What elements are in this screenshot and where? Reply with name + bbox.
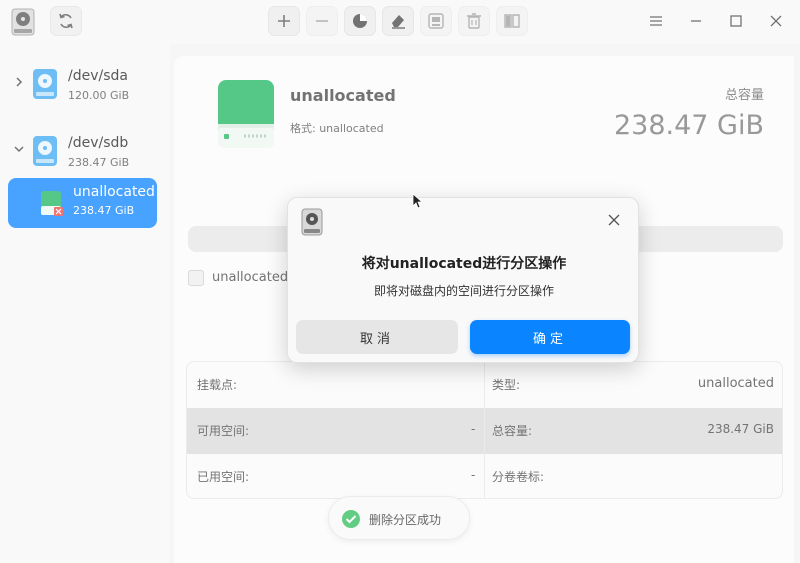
cancel-button[interactable]: 取消 [296,320,458,354]
confirm-button[interactable]: 确定 [470,320,630,354]
dialog-message: 即将对磁盘内的空间进行分区操作 [373,284,554,298]
dialog-title: 将对unallocated进行分区操作 [361,256,567,272]
dialog-close-button[interactable] [604,210,624,230]
mouse-cursor-icon [412,193,424,209]
app-logo-icon [301,208,323,236]
close-icon [608,214,620,226]
partition-confirm-dialog: 将对unallocated进行分区操作 即将对磁盘内的空间进行分区操作 取消 确… [287,197,639,363]
